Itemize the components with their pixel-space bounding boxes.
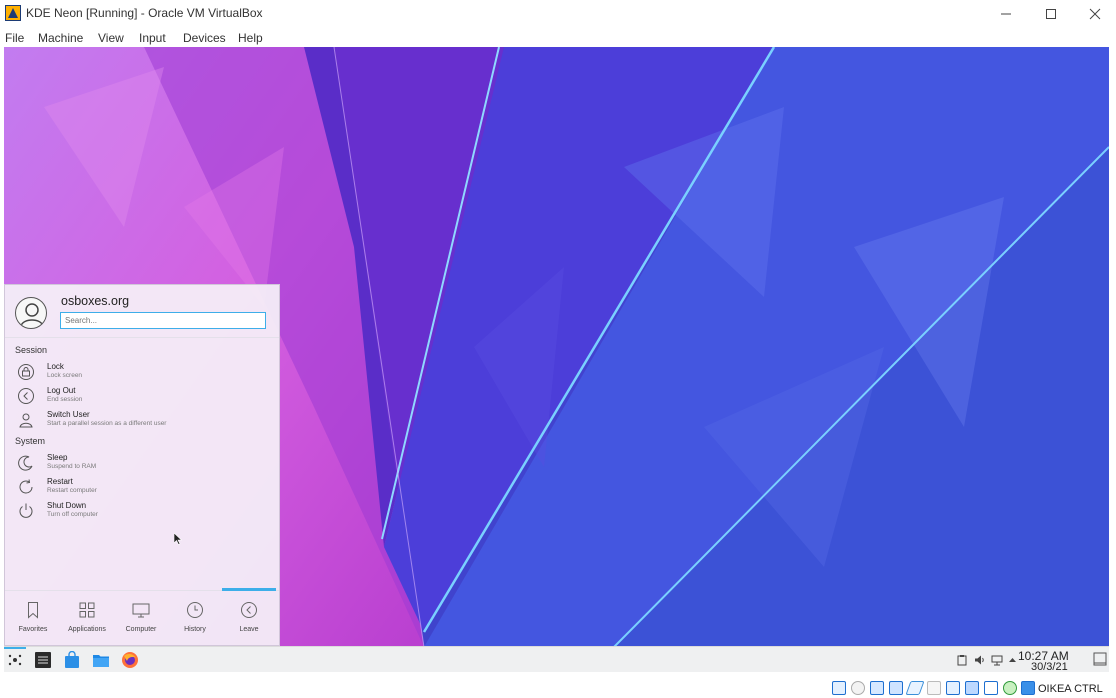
menu-machine[interactable]: Machine xyxy=(38,31,83,45)
system-settings-button[interactable] xyxy=(34,651,52,669)
switch-user-description: Start a parallel session as a different … xyxy=(47,420,167,427)
lock-label: Lock xyxy=(47,362,64,371)
monitor-icon xyxy=(132,603,150,618)
settings-icon xyxy=(35,652,51,668)
user-icon xyxy=(20,303,44,327)
sleep-entry[interactable]: Sleep Suspend to RAM xyxy=(17,452,272,474)
network-icon[interactable] xyxy=(991,654,1003,666)
maximize-button[interactable] xyxy=(1028,0,1073,28)
menu-file[interactable]: File xyxy=(5,31,24,45)
shared-folders-icon[interactable] xyxy=(927,681,941,695)
logout-icon xyxy=(18,388,34,404)
folder-icon xyxy=(93,655,109,667)
clock-date[interactable]: 30/3/21 xyxy=(1031,661,1068,672)
tab-favorites-label: Favorites xyxy=(18,626,48,633)
switch-user-entry[interactable]: Switch User Start a parallel session as … xyxy=(17,409,272,431)
minimize-button[interactable] xyxy=(983,0,1028,28)
back-icon xyxy=(241,602,257,618)
tray-expand-icon[interactable] xyxy=(1008,656,1017,664)
kde-menu-icon xyxy=(8,654,22,666)
switch-user-label: Switch User xyxy=(47,410,90,419)
restart-description: Restart computer xyxy=(47,487,97,494)
launcher-button[interactable] xyxy=(6,651,24,669)
firefox-button[interactable] xyxy=(121,651,139,669)
section-session-title: Session xyxy=(15,345,48,355)
sleep-label: Sleep xyxy=(47,453,68,462)
tab-leave[interactable]: Leave xyxy=(222,588,276,647)
restart-label: Restart xyxy=(47,477,73,486)
mouse-pointer-icon xyxy=(174,533,182,545)
logout-label: Log Out xyxy=(47,386,76,395)
tab-leave-label: Leave xyxy=(239,626,259,633)
header-divider xyxy=(5,337,279,338)
kde-taskbar: 10:27 AM 30/3/21 xyxy=(4,646,1109,672)
optical-drive-icon[interactable] xyxy=(851,681,865,695)
search-input[interactable] xyxy=(60,312,266,329)
virtualbox-statusbar: OIKEA CTRL xyxy=(0,672,1116,698)
tab-history[interactable]: History xyxy=(168,591,222,647)
menu-view[interactable]: View xyxy=(98,31,124,45)
virtualbox-app-icon xyxy=(5,5,21,21)
shutdown-label: Shut Down xyxy=(47,501,87,510)
close-icon xyxy=(1089,8,1100,20)
lock-icon xyxy=(18,364,34,380)
firefox-icon xyxy=(122,652,138,668)
menu-input[interactable]: Input xyxy=(139,31,166,45)
sleep-icon xyxy=(18,455,33,471)
power-icon xyxy=(19,503,33,518)
menu-devices[interactable]: Devices xyxy=(183,31,226,45)
display-icon[interactable] xyxy=(946,681,960,695)
cpu-icon[interactable] xyxy=(984,681,998,695)
menu-help[interactable]: Help xyxy=(238,31,263,45)
shopping-bag-icon xyxy=(65,650,79,668)
grid-icon xyxy=(79,602,95,618)
window-title: KDE Neon [Running] - Oracle VM VirtualBo… xyxy=(26,6,263,20)
hard-disk-icon[interactable] xyxy=(832,681,846,695)
vm-display[interactable]: osboxes.org Session Lock Lock screen Log… xyxy=(4,47,1109,672)
launcher-active-indicator xyxy=(4,647,26,649)
vm-right-border xyxy=(1109,47,1116,672)
file-manager-button[interactable] xyxy=(92,651,110,669)
menubar: File Machine View Input Devices Help xyxy=(0,28,1116,48)
shutdown-description: Turn off computer xyxy=(47,511,98,518)
host-key-label: OIKEA CTRL xyxy=(1038,683,1103,695)
maximize-icon xyxy=(1045,9,1056,19)
lock-description: Lock screen xyxy=(47,372,83,379)
tab-computer[interactable]: Computer xyxy=(114,591,168,647)
close-button[interactable] xyxy=(1072,0,1116,28)
user-name: osboxes.org xyxy=(61,294,130,308)
tab-applications-label: Applications xyxy=(68,626,106,633)
switch-user-icon xyxy=(19,413,33,428)
launcher-tabs: Favorites Applications Computer History … xyxy=(5,588,279,647)
show-desktop-icon[interactable] xyxy=(1093,652,1107,666)
window-titlebar: KDE Neon [Running] - Oracle VM VirtualBo… xyxy=(0,0,1116,28)
minimize-icon xyxy=(1000,13,1011,15)
clipboard-icon[interactable] xyxy=(956,654,968,666)
video-capture-icon[interactable] xyxy=(965,681,979,695)
tab-applications[interactable]: Applications xyxy=(60,591,114,647)
sleep-description: Suspend to RAM xyxy=(47,463,97,470)
section-system-title: System xyxy=(15,436,46,446)
discover-button[interactable] xyxy=(63,650,81,669)
logout-entry[interactable]: Log Out End session xyxy=(17,385,272,407)
audio-icon[interactable] xyxy=(870,681,884,695)
bookmark-icon xyxy=(28,602,38,619)
clock-icon xyxy=(187,602,203,618)
restart-icon xyxy=(19,479,33,494)
application-launcher: osboxes.org Session Lock Lock screen Log… xyxy=(4,284,280,646)
tab-history-label: History xyxy=(184,626,206,633)
usb-icon[interactable] xyxy=(905,681,925,695)
tab-computer-label: Computer xyxy=(125,626,157,633)
restart-entry[interactable]: Restart Restart computer xyxy=(17,476,272,498)
logout-description: End session xyxy=(47,396,83,403)
tab-favorites[interactable]: Favorites xyxy=(6,591,60,647)
volume-icon[interactable] xyxy=(974,654,986,666)
shutdown-entry[interactable]: Shut Down Turn off computer xyxy=(17,500,272,522)
user-avatar[interactable] xyxy=(15,297,47,329)
mouse-integration-icon[interactable] xyxy=(1003,681,1017,695)
lock-entry[interactable]: Lock Lock screen xyxy=(17,361,272,383)
network-adapter-icon[interactable] xyxy=(889,681,903,695)
keyboard-capture-icon[interactable] xyxy=(1021,681,1035,695)
